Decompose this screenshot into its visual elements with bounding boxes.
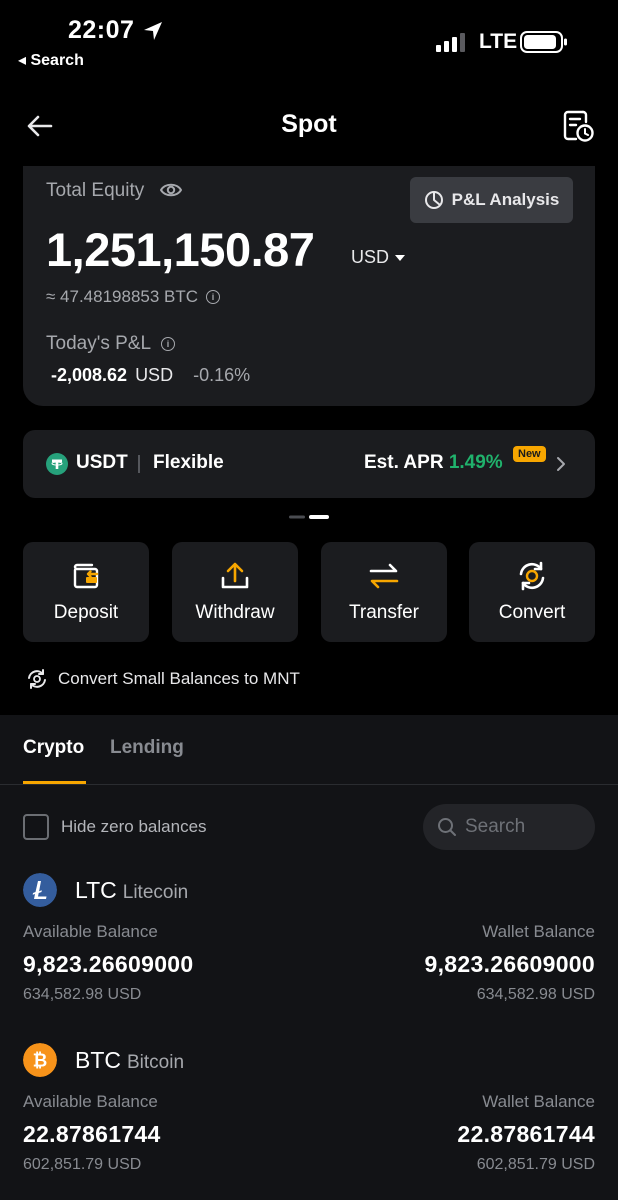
available-balance-value: 9,823.26609000 [23, 951, 194, 977]
page-title: Spot [281, 110, 337, 138]
wallet-balance-usd: 634,582.98 USD [476, 986, 595, 1003]
svg-text:₿: ₿ [33, 1051, 48, 1072]
deposit-button[interactable]: Deposit [23, 542, 149, 642]
today-pl-label: Today's P&L [46, 333, 152, 354]
wallet-balance-value: 9,823.26609000 [424, 951, 595, 977]
today-pl-currency: USD [135, 365, 174, 385]
transfer-button[interactable]: Transfer [321, 542, 447, 642]
transfer-label: Transfer [348, 602, 420, 623]
convert-cycle-icon [519, 561, 545, 591]
back-to-search-link[interactable]: ◂ Search [18, 50, 84, 70]
chevron-right-icon [557, 457, 565, 471]
pl-analysis-label: P&L Analysis [451, 190, 560, 209]
currency-label: USD [351, 247, 390, 267]
status-time: 22:07 [68, 16, 135, 44]
wallet-balance-label: Wallet Balance [482, 1092, 595, 1111]
coin-name: Litecoin [122, 882, 189, 903]
hide-zero-label: Hide zero balances [61, 817, 207, 836]
coin-symbol: LTC [75, 877, 117, 903]
today-pl-percent: -0.16% [193, 365, 251, 385]
deposit-label: Deposit [53, 602, 119, 623]
tether-icon [46, 453, 68, 475]
swap-arrows-icon [369, 563, 399, 589]
banner-coin: USDT [76, 452, 128, 473]
convert-cycle-icon [28, 669, 46, 689]
currency-selector[interactable]: USD [351, 247, 406, 268]
convert-small-balances-label: Convert Small Balances to MNT [58, 669, 300, 688]
pl-analysis-button[interactable]: P&L Analysis [410, 177, 573, 223]
litecoin-icon [23, 873, 57, 907]
new-badge: New [513, 446, 546, 462]
available-balance-label: Available Balance [23, 922, 158, 941]
withdraw-label: Withdraw [195, 602, 275, 623]
battery-icon [520, 31, 567, 53]
convert-small-balances-link[interactable]: Convert Small Balances to MNT [26, 668, 300, 690]
tab-divider [0, 784, 618, 785]
signal-strength-icon [436, 33, 465, 52]
wallet-balance-label: Wallet Balance [482, 922, 595, 941]
withdraw-button[interactable]: Withdraw [172, 542, 298, 642]
coin-name: Bitcoin [127, 1052, 185, 1073]
wallet-deposit-icon [73, 563, 99, 589]
tab-lending[interactable]: Lending [110, 737, 184, 759]
apr-value: 1.49% [448, 452, 503, 473]
apr-label: Est. APR [364, 452, 444, 473]
upload-icon [221, 562, 249, 589]
pie-chart-icon [424, 191, 443, 209]
tab-crypto[interactable]: Crypto [23, 737, 84, 759]
transaction-history-icon[interactable] [561, 108, 595, 144]
search-icon [438, 818, 456, 836]
btc-title: BTC Bitcoin [75, 1047, 184, 1074]
hide-zero-checkbox[interactable] [23, 814, 49, 840]
wallet-balance-usd: 602,851.79 USD [476, 1156, 595, 1173]
total-equity-value: 1,251,150.87 [46, 223, 315, 276]
today-pl-amount: -2,008.62 [51, 365, 128, 385]
active-tab-indicator [23, 781, 86, 784]
btc-equivalent: ≈ 47.48198853 BTC i [46, 287, 221, 307]
location-arrow-icon [144, 22, 162, 40]
search-input[interactable]: Search [423, 804, 595, 850]
today-pl-values: -2,008.62 USD -0.16% [51, 365, 250, 386]
btc-equivalent-value: ≈ 47.48198853 BTC [46, 287, 199, 306]
available-balance-usd: 602,851.79 USD [23, 1156, 142, 1173]
banner-apr: Est. APR 1.49% [364, 452, 503, 474]
network-type: LTE [479, 30, 518, 53]
available-balance-label: Available Balance [23, 1092, 158, 1111]
convert-label: Convert [498, 602, 566, 623]
today-pl-row: Today's P&L i [46, 333, 176, 355]
info-icon[interactable]: i [206, 290, 221, 304]
bitcoin-icon: ₿ [23, 1043, 57, 1077]
banner-divider [138, 455, 140, 473]
available-balance-value: 22.87861744 [23, 1121, 161, 1147]
info-icon[interactable]: i [161, 337, 176, 351]
search-placeholder: Search [465, 816, 526, 837]
coin-symbol: BTC [75, 1047, 121, 1073]
page-indicator [289, 515, 329, 519]
ltc-title: LTC Litecoin [75, 877, 188, 904]
eye-icon[interactable] [160, 180, 182, 200]
total-equity-label: Total Equity [46, 180, 145, 201]
convert-button[interactable]: Convert [469, 542, 595, 642]
wallet-balance-value: 22.87861744 [457, 1121, 595, 1147]
caret-down-icon [395, 254, 406, 261]
banner-product: Flexible [153, 452, 224, 473]
back-arrow-icon[interactable] [24, 110, 56, 142]
available-balance-usd: 634,582.98 USD [23, 986, 142, 1003]
